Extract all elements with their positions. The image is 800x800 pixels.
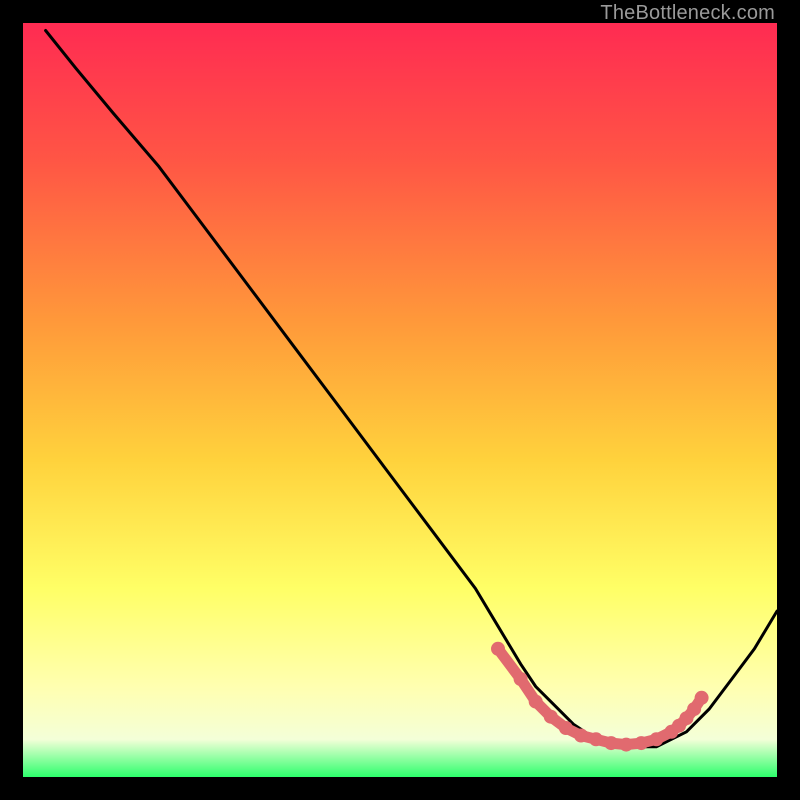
highlight-dot <box>574 729 588 743</box>
chart-frame <box>23 23 777 777</box>
highlight-dot <box>649 732 663 746</box>
highlight-dot <box>634 736 648 750</box>
highlight-dot <box>514 672 528 686</box>
gradient-background <box>23 23 777 777</box>
highlight-dot <box>559 721 573 735</box>
highlight-dot <box>604 736 618 750</box>
highlight-dot <box>491 642 505 656</box>
highlight-dot <box>529 695 543 709</box>
highlight-dot <box>589 732 603 746</box>
highlight-dot <box>544 710 558 724</box>
highlight-dot <box>695 691 709 705</box>
highlight-dot <box>619 738 633 752</box>
bottleneck-chart <box>23 23 777 777</box>
watermark-label: TheBottleneck.com <box>600 2 775 25</box>
